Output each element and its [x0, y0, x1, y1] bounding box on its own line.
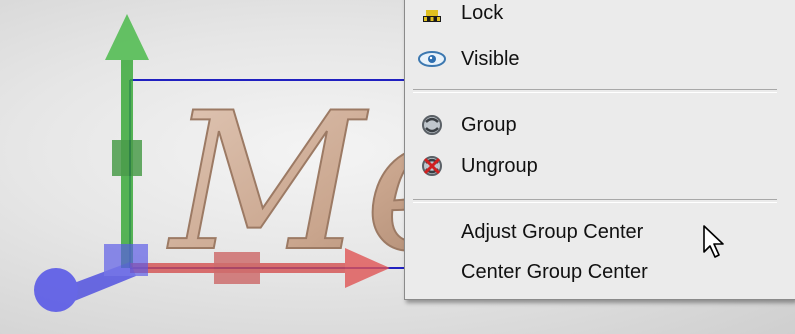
menu-separator [413, 89, 777, 93]
group-icon [413, 106, 451, 144]
menu-item-lock[interactable]: Lock [413, 0, 787, 32]
context-menu: Lock Visible Group Ungroup Adjust Group … [404, 0, 795, 300]
menu-item-group[interactable]: Group [413, 106, 787, 144]
arrow-cursor-icon [702, 224, 728, 265]
eye-icon [413, 40, 451, 78]
menu-item-visible[interactable]: Visible [413, 40, 787, 78]
menu-item-ungroup[interactable]: Ungroup [413, 147, 787, 185]
lock-icon [413, 0, 451, 32]
x-axis-gizmo[interactable] [130, 248, 390, 288]
menu-item-label: Visible [461, 47, 520, 70]
menu-item-label: Adjust Group Center [461, 220, 644, 243]
z-axis-gizmo[interactable] [34, 244, 148, 312]
menu-item-label: Lock [461, 1, 504, 24]
ungroup-icon [413, 147, 451, 185]
menu-item-center-group-center[interactable]: Center Group Center [413, 253, 787, 291]
menu-item-label: Center Group Center [461, 260, 648, 283]
y-axis-gizmo[interactable] [105, 14, 149, 268]
menu-item-label: Ungroup [461, 154, 538, 177]
menu-separator [413, 199, 777, 203]
menu-item-label: Group [461, 113, 517, 136]
menu-item-adjust-group-center[interactable]: Adjust Group Center [413, 213, 787, 251]
